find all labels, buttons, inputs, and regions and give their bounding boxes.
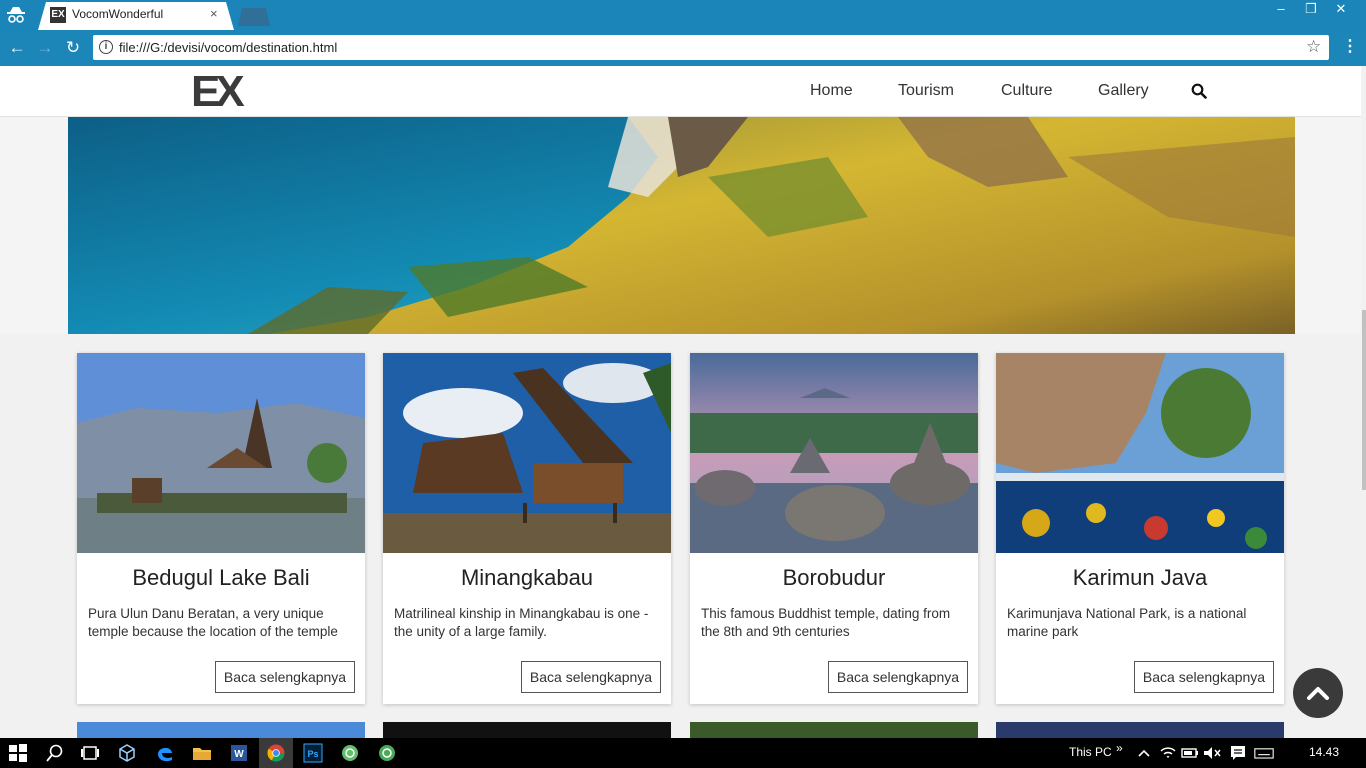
windows-start-icon[interactable] [8,743,28,763]
read-more-button[interactable]: Baca selengkapnya [521,661,661,693]
action-center-icon[interactable] [1228,743,1248,763]
nav-gallery[interactable]: Gallery [1098,82,1149,100]
close-window-icon[interactable]: ✕ [1326,0,1356,20]
destination-card: Bedugul Lake Bali Pura Ulun Danu Beratan… [77,353,365,704]
search-taskbar-icon[interactable] [45,743,65,763]
card-title: Borobudur [782,565,886,590]
card-description: Matrilineal kinship in Minangkabau is on… [394,606,649,639]
next-card-image[interactable] [383,722,671,738]
nav-tourism[interactable]: Tourism [898,82,954,100]
read-more-button[interactable]: Baca selengkapnya [1134,661,1274,693]
card-image-borobudur[interactable] [690,353,978,553]
hero-margin-right [1295,117,1366,334]
new-tab-button[interactable] [238,8,270,26]
read-more-button[interactable]: Baca selengkapnya [828,661,968,693]
card-description: Pura Ulun Danu Beratan, a very unique te… [88,606,338,639]
battery-icon[interactable] [1180,743,1200,763]
destination-card: Karimun Java Karimunjava National Park, … [996,353,1284,704]
restore-icon[interactable]: ❐ [1296,0,1326,20]
chrome-icon[interactable] [266,743,286,763]
scrollbar-thumb[interactable] [1362,310,1366,490]
info-icon[interactable]: i [99,40,113,54]
browser-menu-icon[interactable]: ⋮ [1342,36,1358,56]
chevron-up-icon [1307,687,1329,700]
minimize-icon[interactable]: – [1266,0,1296,20]
read-more-button[interactable]: Baca selengkapnya [215,661,355,693]
network-icon[interactable] [1158,743,1178,763]
hero-margin-left [0,117,68,334]
this-pc-label[interactable]: This PC [1069,745,1112,759]
clock-time[interactable]: 14.43 [1309,745,1339,759]
card-image-bedugul[interactable] [77,353,365,553]
card-image-minangkabau[interactable] [383,353,671,553]
card-title: Karimun Java [1072,565,1208,590]
edge-browser-icon[interactable] [155,743,175,763]
next-card-image[interactable] [690,722,978,738]
hero-image [68,117,1295,334]
volume-muted-icon[interactable] [1202,743,1222,763]
task-view-icon[interactable] [80,743,100,763]
keyboard-icon[interactable] [1254,743,1274,763]
tab-close-icon[interactable]: × [210,6,218,21]
card-description: Karimunjava National Park, is a national… [1007,606,1247,639]
destination-card: Minangkabau Matrilineal kinship in Minan… [383,353,671,704]
forward-arrow-icon[interactable]: → [34,37,56,59]
next-card-image[interactable] [996,722,1284,738]
bookmark-star-icon[interactable]: ☆ [1306,37,1321,57]
url-text[interactable]: file:///G:/devisi/vocom/destination.html [119,40,337,55]
next-card-image[interactable] [77,722,365,738]
nav-culture[interactable]: Culture [1001,82,1053,100]
app-icon-green-2[interactable] [377,743,397,763]
back-to-top-button[interactable] [1293,668,1343,718]
photoshop-icon[interactable]: Ps [303,743,323,763]
svg-text:W: W [234,749,244,760]
card-description: This famous Buddhist temple, dating from… [701,606,951,639]
back-arrow-icon[interactable]: ← [6,37,28,59]
card-image-karimunjava[interactable] [996,353,1284,553]
nav-home[interactable]: Home [810,82,853,100]
destination-card: Borobudur This famous Buddhist temple, d… [690,353,978,704]
3d-viewer-icon[interactable] [117,743,137,763]
svg-text:Ps: Ps [307,749,318,759]
card-title: Bedugul Lake Bali [132,565,310,590]
logo-text: EX [191,67,245,116]
file-explorer-icon[interactable] [192,743,212,763]
search-icon[interactable] [1191,83,1207,99]
reload-icon[interactable]: ↻ [62,37,84,59]
card-title: Minangkabau [460,565,594,590]
app-icon-green[interactable] [340,743,360,763]
word-icon[interactable]: W [229,743,249,763]
toolbar-chevron-icon[interactable]: » [1116,741,1123,755]
tab-title: VocomWonderful [72,7,164,21]
incognito-icon [7,7,25,23]
site-logo[interactable]: EX [191,69,246,115]
tab-favicon-icon: EX [50,7,66,23]
show-hidden-icons-icon[interactable] [1134,743,1154,763]
